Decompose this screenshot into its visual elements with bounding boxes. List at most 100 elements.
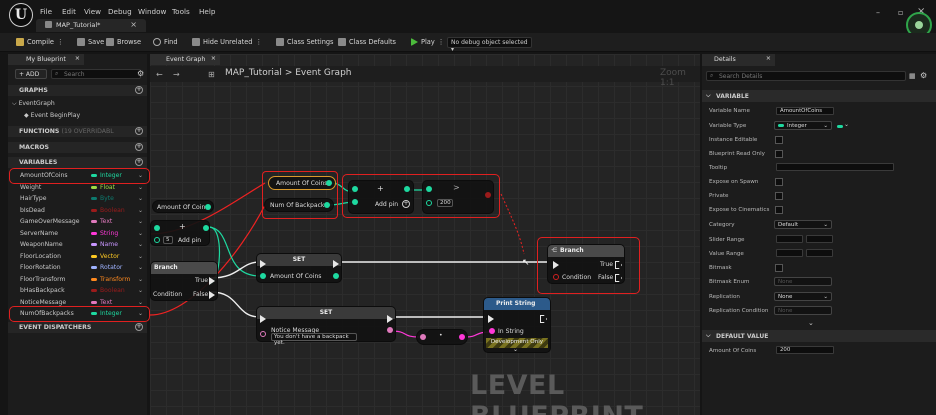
variable-item-type[interactable]: String xyxy=(91,230,118,237)
branch-left-false-pin[interactable] xyxy=(209,291,215,299)
branch-condition-pin[interactable] xyxy=(553,274,559,280)
variable-item-type[interactable]: Integer xyxy=(91,310,122,317)
add-a-pin[interactable] xyxy=(352,186,358,192)
variable-item-name[interactable]: FloorTransform xyxy=(20,276,65,283)
convert-in-pin[interactable] xyxy=(420,334,426,340)
menu-edit[interactable]: Edit xyxy=(62,7,76,16)
event-graph-item[interactable]: ⌵ EventGraph xyxy=(12,100,55,108)
expose-to-cinematics-checkbox[interactable] xyxy=(775,206,783,214)
amount-of-coins-getter-left[interactable]: Amount Of Coins xyxy=(152,200,214,213)
variable-item-name[interactable]: bIsDead xyxy=(20,207,45,214)
variable-item-name[interactable]: Weight xyxy=(20,184,41,191)
add-out-pin[interactable] xyxy=(203,225,209,231)
debug-object-select[interactable]: No debug object selected ▾ xyxy=(447,37,532,53)
set2-value-field[interactable]: You don't have a backpack yet. xyxy=(271,333,357,346)
variable-item-name[interactable]: GameOverMessage xyxy=(20,218,80,225)
print-exec-out[interactable] xyxy=(540,315,547,323)
add-in-pin-2[interactable] xyxy=(154,237,160,243)
set2-exec-out[interactable] xyxy=(387,315,393,323)
set2-out-pin[interactable] xyxy=(387,327,393,333)
add-node[interactable]: + Add pin + xyxy=(348,180,414,214)
variable-item-name[interactable]: ServerName xyxy=(20,230,58,237)
settings-gear-icon[interactable]: ⚙ xyxy=(137,69,144,78)
macros-section[interactable]: MACROS + xyxy=(8,142,147,153)
container-type-chevron-icon[interactable]: ⌄ xyxy=(844,121,849,128)
variable-dropdown-chevron-icon[interactable]: ⌄ xyxy=(138,207,143,214)
close-details-icon[interactable]: × xyxy=(766,55,771,62)
variable-item-type[interactable]: Text xyxy=(91,299,112,306)
variable-dropdown-chevron-icon[interactable]: ⌄ xyxy=(138,230,143,237)
compare-value-field[interactable]: 200 xyxy=(437,199,453,207)
value-range-max[interactable] xyxy=(806,249,833,257)
compare-node[interactable]: > 200 xyxy=(422,180,494,214)
document-tab[interactable]: MAP_Tutorial* × xyxy=(36,19,146,32)
variable-dropdown-chevron-icon[interactable]: ⌄ xyxy=(138,310,143,317)
hide-unrelated-button[interactable]: Hide Unrelated ⋮ xyxy=(192,38,262,46)
default-value-section-header[interactable]: ⌵ DEFAULT VALUE xyxy=(702,330,936,342)
details-search-input[interactable]: Search Details ⌕ xyxy=(706,71,906,81)
variable-item-name[interactable]: NumOfBackpacks xyxy=(20,310,74,317)
details-tab[interactable]: Details × xyxy=(702,54,775,66)
menu-tools[interactable]: Tools xyxy=(172,7,190,16)
variable-item-type[interactable]: Vector xyxy=(91,253,119,260)
event-graph-canvas[interactable]: Event Graph × ← → ⊞ MAP_Tutorial > Event … xyxy=(150,54,700,415)
menu-help[interactable]: Help xyxy=(199,7,215,16)
branch-node-left[interactable]: Branch True Condition False xyxy=(150,261,218,301)
graphs-section[interactable]: GRAPHS + xyxy=(8,85,147,96)
set1-exec-out[interactable] xyxy=(333,260,339,268)
variable-dropdown-chevron-icon[interactable]: ⌄ xyxy=(138,218,143,225)
int-pin[interactable] xyxy=(205,204,211,210)
variable-item-type[interactable]: Name xyxy=(91,241,118,248)
variable-item-name[interactable]: FloorRotation xyxy=(20,264,61,271)
add-function-icon[interactable]: + xyxy=(135,127,143,135)
close-panel-icon[interactable]: × xyxy=(75,55,80,62)
variable-item-type[interactable]: Float xyxy=(91,184,115,191)
browse-button[interactable]: Browse xyxy=(106,38,141,46)
bitmask-checkbox[interactable] xyxy=(775,264,783,272)
compile-button[interactable]: Compile ⋮ xyxy=(16,38,64,46)
expand-chevron-icon[interactable]: ⌄ xyxy=(513,346,518,353)
menu-view[interactable]: View xyxy=(84,7,101,16)
variable-item-type[interactable]: Integer xyxy=(91,172,122,179)
class-settings-button[interactable]: Class Settings xyxy=(276,38,334,46)
variable-dropdown-chevron-icon[interactable]: ⌄ xyxy=(138,253,143,260)
find-button[interactable]: Find xyxy=(153,38,178,46)
add-macro-icon[interactable]: + xyxy=(135,143,143,151)
unreal-logo-icon[interactable]: U xyxy=(9,3,33,27)
text-to-string-node[interactable]: • xyxy=(416,329,468,345)
tooltip-input[interactable] xyxy=(776,163,894,171)
property-matrix-icon[interactable]: ▦ xyxy=(909,72,916,80)
variable-item-name[interactable]: bHasBackpack xyxy=(20,287,65,294)
add-out-pin-2[interactable] xyxy=(404,186,410,192)
container-type-pill[interactable] xyxy=(837,125,843,128)
set1-exec-in[interactable] xyxy=(260,260,266,268)
set1-out-pin[interactable] xyxy=(333,273,339,279)
variable-item-name[interactable]: NoticeMessage xyxy=(20,299,66,306)
event-begin-play-item[interactable]: ◆ Event BeginPlay xyxy=(24,112,80,119)
print-string-pin[interactable] xyxy=(489,328,495,334)
variable-dropdown-chevron-icon[interactable]: ⌄ xyxy=(138,287,143,294)
add-value-field[interactable]: 5 xyxy=(163,236,173,244)
expose-on-spawn-checkbox[interactable] xyxy=(775,178,783,186)
variable-item-type[interactable]: Boolean xyxy=(91,207,125,214)
menu-window[interactable]: Window xyxy=(138,7,166,16)
branch-true-pin[interactable] xyxy=(615,261,622,269)
variable-dropdown-chevron-icon[interactable]: ⌄ xyxy=(138,299,143,306)
add-button[interactable]: + ADD xyxy=(15,69,47,79)
minimize-icon[interactable]: – xyxy=(876,8,880,17)
variable-item-name[interactable]: FloorLocation xyxy=(20,253,61,260)
private-checkbox[interactable] xyxy=(775,192,783,200)
convert-out-pin[interactable] xyxy=(459,334,465,340)
add-variable-icon[interactable]: + xyxy=(135,158,143,166)
category-select[interactable]: Default ⌄ xyxy=(774,220,832,229)
add-node-left[interactable]: + 5 Add pin xyxy=(150,220,210,246)
instance-editable-checkbox[interactable] xyxy=(775,136,783,144)
set2-value-pin[interactable] xyxy=(260,331,266,337)
variable-item-name[interactable]: AmountOfCoins xyxy=(20,172,68,179)
add-b-pin[interactable] xyxy=(352,199,358,205)
variable-item-type[interactable]: Transform xyxy=(91,276,130,283)
slider-range-max[interactable] xyxy=(806,235,833,243)
set-amount-of-coins-node[interactable]: SET Amount Of Coins xyxy=(256,253,342,283)
set1-value-pin[interactable] xyxy=(260,273,266,279)
set2-exec-in[interactable] xyxy=(260,315,266,323)
